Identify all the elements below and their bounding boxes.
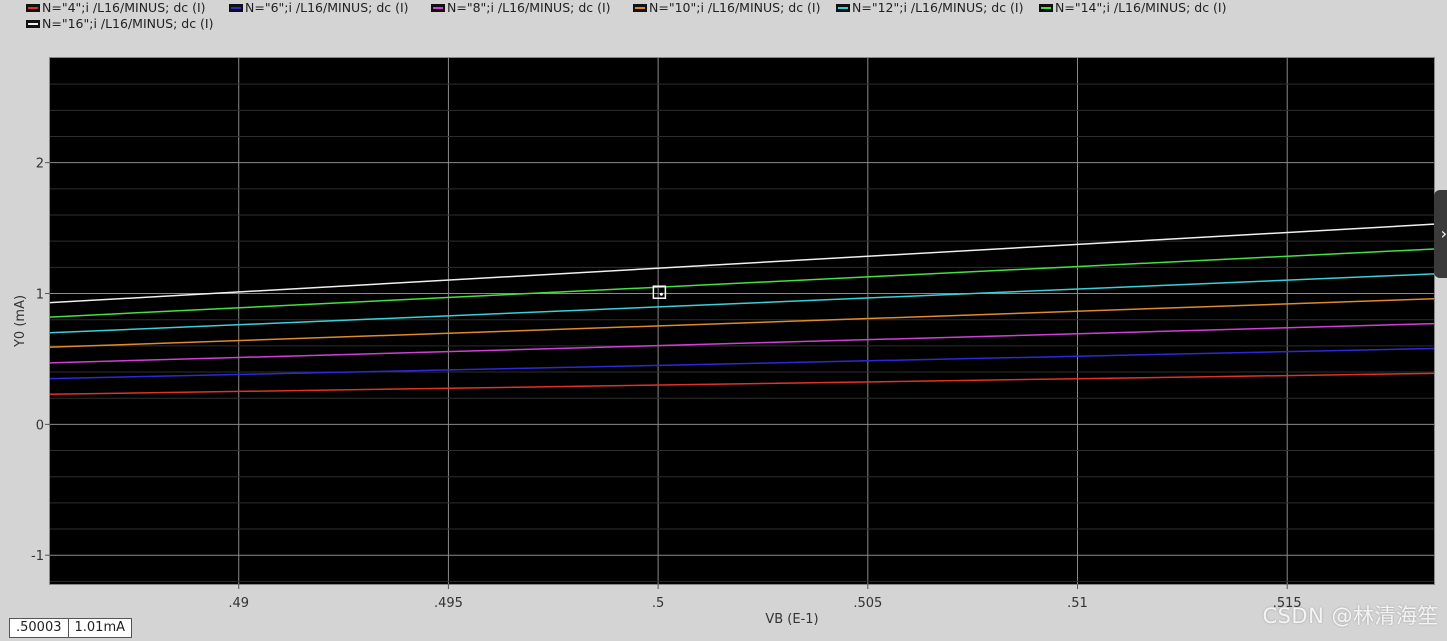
- x-tick-label: .49: [228, 596, 249, 611]
- series-line: [49, 298, 1435, 348]
- y-tick-label: -1: [31, 549, 44, 564]
- x-tick-label: .495: [434, 596, 463, 611]
- cursor-marker-dot: [659, 292, 663, 296]
- y-tick-label: 0: [36, 418, 44, 433]
- x-tick-label: .5: [652, 596, 664, 611]
- series-line: [49, 372, 1435, 396]
- readout-y-value: 1.01mA: [74, 620, 126, 635]
- x-tick-label: .505: [853, 596, 882, 611]
- line-chart: .49.495.5.505.51.515-1012VB (E-1)Y0 (mA): [13, 58, 1435, 627]
- readout-x-value: .50003: [10, 619, 69, 637]
- x-tick-label: .51: [1067, 596, 1088, 611]
- chevron-right-icon: ›: [1440, 224, 1447, 243]
- x-axis-title: VB (E-1): [765, 612, 818, 627]
- series-line: [49, 347, 1435, 380]
- y-tick-label: 2: [36, 157, 44, 172]
- cursor-readout: .50003 1.01mA: [9, 618, 133, 638]
- y-tick-label: 1: [36, 288, 44, 303]
- series-line: [49, 223, 1435, 304]
- series-line: [49, 322, 1435, 364]
- y-axis-title: Y0 (mA): [13, 295, 28, 348]
- watermark: CSDN @林清海笙: [1262, 604, 1439, 628]
- side-panel-toggle[interactable]: ›: [1434, 190, 1447, 278]
